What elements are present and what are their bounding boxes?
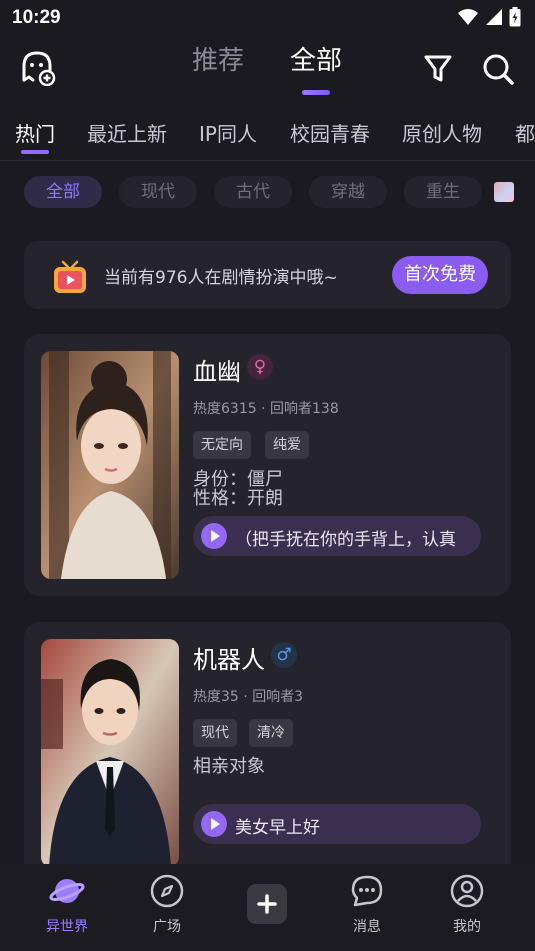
chip-modern[interactable]: 现代	[119, 176, 197, 208]
live-banner[interactable]: 当前有976人在剧情扮演中哦~ 首次免费	[24, 241, 511, 309]
category-new[interactable]: 最近上新	[87, 118, 167, 147]
filter-icon[interactable]	[422, 52, 454, 84]
nav-me[interactable]: 我的	[427, 874, 507, 936]
male-icon: ♂	[271, 642, 297, 668]
female-icon: ♀	[247, 354, 273, 380]
play-icon[interactable]	[201, 523, 227, 549]
search-icon[interactable]	[481, 52, 515, 86]
battery-icon	[509, 7, 521, 27]
bottom-nav: 异世界 广场 消息 我的	[0, 864, 535, 951]
free-first-button[interactable]: 首次免费	[392, 256, 488, 294]
voice-preview-text: 美女早上好	[235, 818, 320, 838]
category-active-indicator	[21, 150, 49, 154]
nav-plaza-label: 广场	[153, 919, 181, 935]
nav-messages[interactable]: 消息	[327, 874, 407, 936]
create-button[interactable]	[247, 884, 287, 924]
character-personality: 性格：开朗	[193, 488, 283, 509]
category-original[interactable]: 原创人物	[402, 118, 482, 147]
voice-preview-text: （把手抚在你的手背上，认真	[235, 530, 456, 550]
heat-count: 热度6315	[193, 401, 257, 417]
voice-preview[interactable]: （把手抚在你的手背上，认真	[193, 516, 481, 556]
character-identity: 相亲对象	[193, 756, 265, 777]
status-icons	[457, 7, 521, 27]
responder-count: 回响者138	[270, 401, 339, 417]
tab-recommend[interactable]: 推荐	[192, 40, 244, 77]
status-time: 10:29	[12, 7, 61, 28]
character-stats: 热度6315 · 回响者138	[193, 398, 339, 418]
chip-all[interactable]: 全部	[24, 176, 102, 208]
character-portrait[interactable]	[41, 351, 179, 579]
character-card[interactable]: 机器人 ♂ 热度35 · 回响者3 现代 清冷 相亲对象 美女早上好	[24, 622, 511, 882]
wifi-icon	[458, 9, 478, 25]
nav-me-label: 我的	[453, 919, 481, 935]
signal-icon	[486, 9, 502, 25]
category-urban[interactable]: 都	[515, 118, 535, 147]
character-name: 机器人	[193, 646, 265, 674]
category-ip-fanfic[interactable]: IP同人	[199, 118, 257, 147]
more-chip-thumbnail[interactable]	[494, 182, 514, 202]
voice-preview[interactable]: 美女早上好	[193, 804, 481, 844]
category-hot[interactable]: 热门	[15, 118, 55, 147]
tag[interactable]: 现代	[193, 719, 237, 747]
chip-ancient[interactable]: 古代	[214, 176, 292, 208]
nav-plaza[interactable]: 广场	[127, 874, 207, 936]
character-card[interactable]: 血幽 ♀ 热度6315 · 回响者138 无定向 纯爱 身份：僵尸 性格：开朗 …	[24, 334, 511, 596]
banner-text: 当前有976人在剧情扮演中哦~	[104, 268, 338, 288]
profile-icon	[450, 874, 484, 908]
character-portrait[interactable]	[41, 639, 179, 867]
character-stats: 热度35 · 回响者3	[193, 686, 303, 706]
tv-icon	[52, 259, 88, 295]
responder-count: 回响者3	[252, 689, 304, 705]
ghost-add-icon[interactable]	[20, 50, 56, 87]
tag[interactable]: 无定向	[193, 431, 251, 459]
tag[interactable]: 清冷	[249, 719, 293, 747]
tag[interactable]: 纯爱	[265, 431, 309, 459]
chip-rebirth[interactable]: 重生	[404, 176, 482, 208]
plus-icon	[257, 894, 277, 914]
top-nav: 推荐 全部	[0, 40, 535, 100]
chat-icon	[351, 875, 383, 907]
status-bar: 10:29	[0, 0, 535, 38]
heat-count: 热度35	[193, 689, 239, 705]
compass-icon	[150, 874, 184, 908]
play-icon[interactable]	[201, 811, 227, 837]
tab-all[interactable]: 全部	[290, 40, 342, 77]
stats-separator: ·	[261, 401, 270, 417]
filter-chips: 全部 现代 古代 穿越 重生	[0, 176, 535, 210]
nav-world[interactable]: 异世界	[27, 874, 107, 936]
nav-messages-label: 消息	[353, 919, 381, 935]
category-tabs: 热门 最近上新 IP同人 校园青春 原创人物 都	[0, 112, 535, 160]
category-campus[interactable]: 校园青春	[290, 118, 370, 147]
divider	[0, 160, 535, 161]
nav-world-label: 异世界	[46, 919, 88, 935]
tab-active-indicator	[302, 90, 330, 95]
stats-separator: ·	[243, 689, 253, 705]
chip-time-travel[interactable]: 穿越	[309, 176, 387, 208]
character-name: 血幽	[193, 358, 241, 386]
planet-icon	[49, 879, 85, 903]
character-identity: 身份：僵尸	[193, 469, 283, 490]
